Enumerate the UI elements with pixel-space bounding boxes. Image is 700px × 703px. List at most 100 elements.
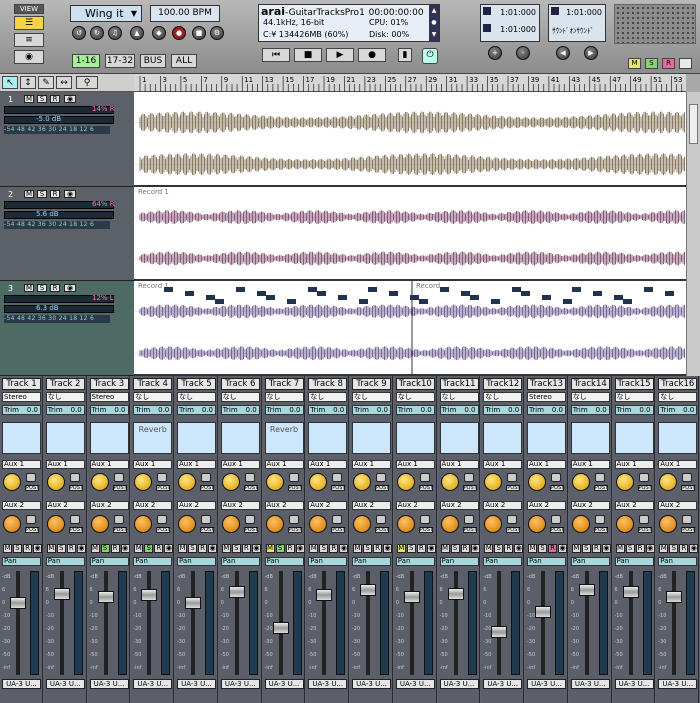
strip-record-button[interactable]: R [679,544,689,553]
midi-note[interactable] [368,287,377,292]
track-solo-button[interactable]: S [37,95,47,103]
aux2-power-icon[interactable] [157,515,168,524]
strip-name[interactable]: Track 8 [308,378,348,390]
aux2-post-button[interactable]: POST [462,527,477,533]
midi-note[interactable] [563,299,572,304]
strip-mute-button[interactable]: M [221,544,231,553]
aux1-post-button[interactable]: POST [375,485,389,491]
strip-fx-bin[interactable]: Reverb [264,422,304,454]
aux2-post-button[interactable]: POST [375,527,389,533]
aux2-send-knob[interactable] [265,515,284,533]
aux1-post-button[interactable]: POST [681,485,695,491]
midi-note[interactable] [593,291,602,296]
bank-bus-button[interactable]: BUS [140,54,166,68]
strip-echo-icon[interactable]: ◉ [645,544,655,553]
strip-echo-icon[interactable]: ◉ [383,544,392,553]
strip-output-select[interactable]: UA-3 U... [89,679,129,689]
strip-solo-button[interactable]: S [669,544,679,553]
strip-mute-button[interactable]: M [528,544,537,553]
midi-note[interactable] [236,287,245,292]
aux1-power-icon[interactable] [332,473,343,482]
midi-note[interactable] [215,299,224,304]
aux2-power-icon[interactable] [113,515,124,524]
strip-trim[interactable]: Trim 0.0 [133,405,173,415]
track-mute-button[interactable]: M [24,284,34,292]
strip-record-button[interactable]: R [416,544,426,553]
midi-note[interactable] [206,295,215,300]
go-start-icon[interactable]: ⏮ [262,48,290,62]
strip-solo-button[interactable]: S [625,544,635,553]
volume-fader[interactable] [578,583,595,596]
strip-trim[interactable]: Trim 0.0 [89,405,129,415]
go-end-icon[interactable]: ▮ [398,48,412,62]
strip-solo-button[interactable]: S [188,544,197,553]
strip-name[interactable]: Track 9 [352,378,391,390]
midi-note[interactable] [308,287,317,292]
strip-trim[interactable]: Trim 0.0 [658,405,698,415]
aux1-post-button[interactable]: POST [243,485,258,491]
view-tracks-button[interactable]: ☰ [14,16,44,30]
strip-input-select[interactable]: Stereo [89,392,129,402]
aux1-power-icon[interactable] [244,473,255,482]
aux2-send-knob[interactable] [353,515,371,533]
marker-remove-icon[interactable]: - [516,46,530,60]
strip-solo-button[interactable]: S [581,544,591,553]
strip-fx-bin[interactable] [220,422,260,454]
aux1-send-knob[interactable] [396,473,415,491]
aux1-post-button[interactable]: POST [462,485,477,491]
strip-echo-icon[interactable]: ◉ [514,544,524,553]
strip-trim[interactable]: Trim 0.0 [308,405,348,415]
strip-mute-button[interactable]: M [396,544,406,553]
midi-note[interactable] [359,299,368,304]
master-mute-button[interactable]: M [628,58,641,69]
volume-fader[interactable] [97,591,114,604]
midi-note[interactable] [257,291,266,296]
strip-echo-icon[interactable]: ◉ [426,544,436,553]
volume-fader[interactable] [447,587,464,600]
aux2-send-knob[interactable] [571,515,590,533]
volume-fader[interactable] [316,589,333,602]
aux2-post-button[interactable]: POST [287,527,302,533]
range-tool-icon[interactable]: ↕ [20,76,36,89]
aux1-post-button[interactable]: POST [418,485,433,491]
strip-pan[interactable]: Pan [177,557,216,566]
aux2-power-icon[interactable] [201,515,211,524]
volume-fader[interactable] [666,591,683,604]
strip-record-button[interactable]: R [591,544,601,553]
bank-1-16-button[interactable]: 1-16 [72,54,100,68]
strip-record-button[interactable]: R [373,544,382,553]
midi-note[interactable] [614,295,623,300]
strip-echo-icon[interactable]: ◉ [120,544,130,553]
aux1-post-button[interactable]: POST [637,485,652,491]
strip-solo-button[interactable]: S [538,544,547,553]
record-button-icon[interactable]: ● [358,48,386,62]
rewind-icon[interactable]: ↺ [72,26,86,40]
aux2-power-icon[interactable] [69,515,80,524]
strip-fx-bin[interactable] [352,422,391,454]
strip-record-button[interactable]: R [23,544,32,553]
strip-echo-icon[interactable]: ◉ [295,544,305,553]
track-lane[interactable]: Record 1 Record [134,281,686,376]
strip-mute-button[interactable]: M [178,544,187,553]
strip-input-select[interactable]: なし [614,392,654,402]
strip-name[interactable]: Track16 [658,378,698,390]
strip-output-select[interactable]: UA-3 U... [658,679,698,689]
aux2-power-icon[interactable] [638,515,649,524]
aux2-send-knob[interactable] [3,515,21,533]
strip-solo-button[interactable]: S [56,544,66,553]
view-console-button[interactable]: ≡ [14,33,44,47]
strip-record-button[interactable]: R [66,544,76,553]
aux2-power-icon[interactable] [26,515,36,524]
strip-echo-icon[interactable]: ◉ [164,544,174,553]
track-record-button[interactable]: R [50,284,60,292]
strip-mute-button[interactable]: M [46,544,56,553]
strip-mute-button[interactable]: M [309,544,319,553]
pointer-tool-icon[interactable]: ↖ [2,76,18,89]
aux2-post-button[interactable]: POST [418,527,433,533]
strip-trim[interactable]: Trim 0.0 [45,405,85,415]
strip-pan[interactable]: Pan [89,557,129,566]
midi-note[interactable] [266,295,275,300]
strip-name[interactable]: Track12 [483,378,523,390]
strip-name[interactable]: Track 1 [2,378,41,390]
strip-echo-icon[interactable]: ◉ [251,544,261,553]
